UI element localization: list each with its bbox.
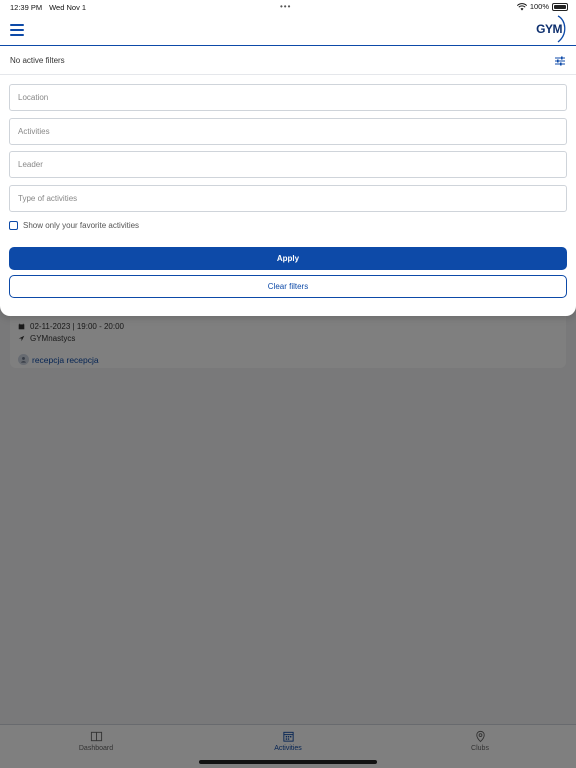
favorites-toggle-row[interactable]: Show only your favorite activities bbox=[9, 221, 139, 230]
gym-logo: GYM bbox=[536, 22, 562, 36]
favorites-checkbox[interactable] bbox=[9, 221, 18, 230]
top-nav: GYM bbox=[0, 14, 576, 46]
apply-button[interactable]: Apply bbox=[9, 247, 567, 270]
status-time: 12:39 PM bbox=[10, 3, 43, 12]
wifi-icon bbox=[516, 2, 527, 10]
filter-status: No active filters bbox=[10, 56, 65, 65]
filter-sheet: 12:39 PM Wed Nov 1 ••• 100% GYM No activ… bbox=[0, 0, 576, 316]
type-of-activities-field[interactable] bbox=[9, 185, 567, 212]
clear-filters-button[interactable]: Clear filters bbox=[9, 275, 567, 298]
status-date: Wed Nov 1 bbox=[49, 3, 87, 12]
location-field[interactable] bbox=[9, 84, 567, 111]
status-bar: 12:39 PM Wed Nov 1 ••• 100% bbox=[0, 0, 576, 14]
filter-status-bar: No active filters bbox=[0, 47, 576, 75]
sliders-icon[interactable] bbox=[554, 55, 566, 67]
leader-field[interactable] bbox=[9, 151, 567, 178]
home-indicator bbox=[199, 760, 377, 764]
favorites-label: Show only your favorite activities bbox=[23, 221, 140, 230]
battery-icon bbox=[552, 2, 568, 11]
multitasking-dots-icon[interactable]: ••• bbox=[280, 2, 291, 11]
hamburger-menu-icon[interactable] bbox=[10, 24, 24, 36]
status-battery-text: 100% bbox=[529, 2, 549, 11]
activities-field[interactable] bbox=[9, 118, 567, 145]
